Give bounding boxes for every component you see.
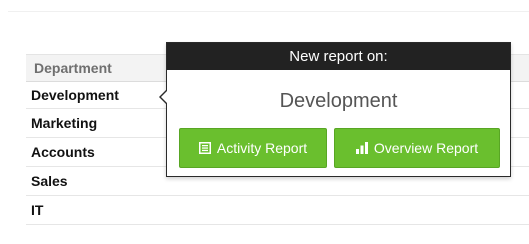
- activity-report-button[interactable]: Activity Report: [179, 128, 327, 168]
- overview-report-label: Overview Report: [373, 140, 479, 156]
- overview-report-button[interactable]: Overview Report: [334, 128, 500, 168]
- report-button-row: Activity Report Overview Report: [179, 128, 500, 168]
- popover-arrow-fill: [161, 90, 168, 104]
- table-row[interactable]: IT: [26, 195, 529, 225]
- list-icon: [198, 142, 211, 154]
- activity-report-label: Activity Report: [216, 140, 308, 156]
- popover-title: Development: [279, 90, 398, 112]
- bar-chart-icon: [355, 142, 368, 154]
- department-name[interactable]: IT: [26, 195, 529, 225]
- page: Department Development Marketing Account…: [0, 0, 529, 244]
- divider: [8, 11, 529, 12]
- new-report-popover: New report on: Development Activity Repo…: [159, 42, 511, 177]
- popover-header: New report on:: [167, 43, 510, 70]
